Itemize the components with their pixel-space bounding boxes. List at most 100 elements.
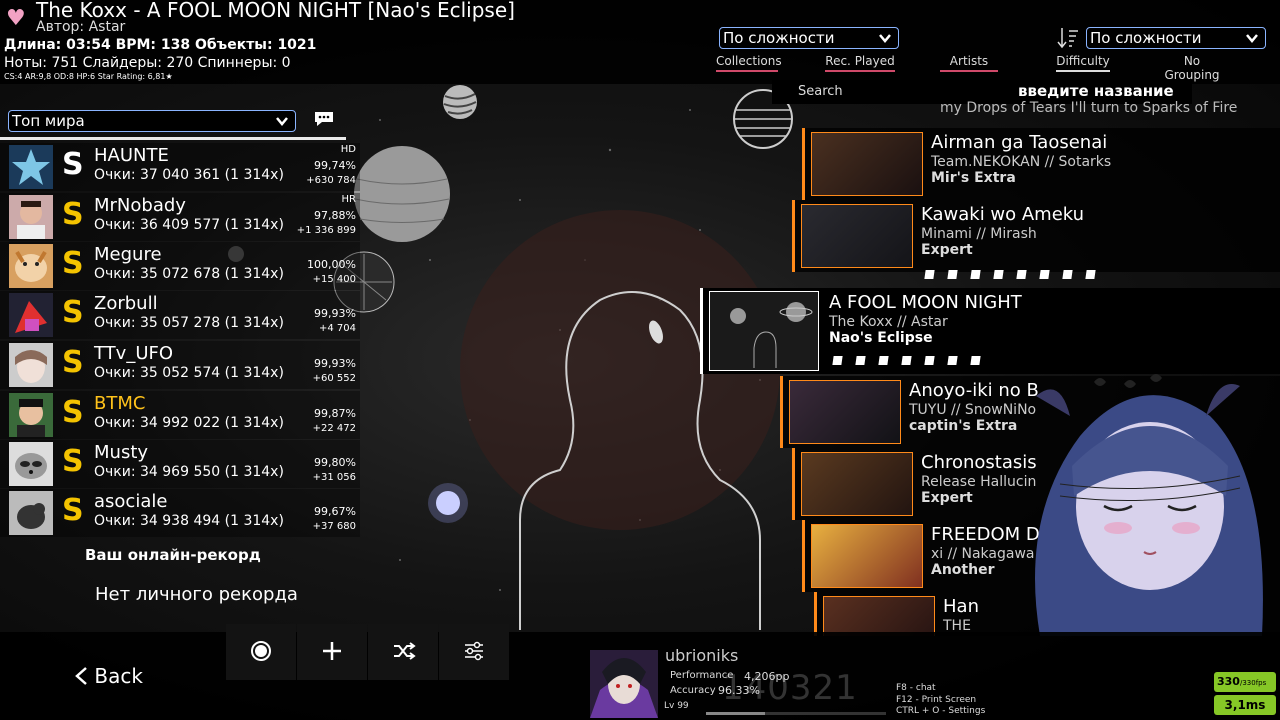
mods-button[interactable] bbox=[297, 624, 367, 680]
song-thumbnail bbox=[789, 380, 901, 444]
player-accuracy: 99,80% bbox=[314, 456, 356, 469]
mode-button[interactable] bbox=[226, 624, 296, 680]
avatar bbox=[9, 145, 53, 189]
fps-counter: 330/330fps bbox=[1214, 672, 1276, 692]
mascot-character-icon bbox=[1035, 374, 1263, 636]
back-button[interactable]: Back bbox=[74, 664, 143, 688]
player-accuracy: 99,87% bbox=[314, 407, 356, 420]
player-accuracy: 99,93% bbox=[314, 357, 356, 370]
user-avatar[interactable] bbox=[590, 650, 658, 718]
performance-value: 4,206pp bbox=[744, 670, 790, 683]
user-level: Lv 99 bbox=[664, 701, 689, 711]
player-name: Megure bbox=[94, 244, 162, 265]
player-name: Musty bbox=[94, 442, 149, 463]
hint-settings: CTRL + O - Settings bbox=[896, 706, 986, 716]
sliders-icon bbox=[465, 641, 483, 661]
avatar bbox=[9, 244, 53, 288]
hint-print-screen: F12 - Print Screen bbox=[896, 695, 977, 705]
chevron-down-icon bbox=[879, 34, 891, 43]
player-pp-diff: +15 400 bbox=[312, 274, 356, 285]
avatar bbox=[9, 343, 53, 387]
song-card-title: Kawaki wo Ameku bbox=[921, 204, 1085, 225]
tab-no-grouping[interactable]: No Grouping bbox=[1156, 54, 1228, 82]
player-mods: HR bbox=[341, 194, 356, 205]
song-select-screen: ♥ The Koxx - A FOOL MOON NIGHT [Nao's Ec… bbox=[0, 0, 1280, 720]
player-score: Очки: 34 938 494 (1 314x) bbox=[94, 513, 284, 529]
plus-icon bbox=[323, 642, 341, 660]
no-personal-record: Нет личного рекорда bbox=[95, 584, 298, 605]
player-mods: HD bbox=[340, 144, 356, 155]
avatar bbox=[9, 195, 53, 239]
tab-recently-played[interactable]: Rec. Played bbox=[825, 54, 895, 72]
level-progress-fill bbox=[706, 712, 766, 715]
leaderboard-row[interactable]: S HAUNTE Очки: 37 040 361 (1 314x) HD 99… bbox=[0, 143, 360, 191]
song-thumbnail bbox=[801, 204, 913, 268]
song-card-title: Airman ga Taosenai bbox=[931, 132, 1108, 153]
player-score: Очки: 35 052 574 (1 314x) bbox=[94, 365, 284, 381]
leaderboard-row[interactable]: S Zorbull Очки: 35 057 278 (1 314x) 99,9… bbox=[0, 291, 360, 339]
leaderboard-row[interactable]: S Musty Очки: 34 969 550 (1 314x) 99,80%… bbox=[0, 440, 360, 488]
group-select-value: По сложности bbox=[1090, 29, 1202, 47]
shuffle-icon bbox=[394, 642, 416, 660]
song-stats-difficulty: CS:4 AR:9,8 OD:8 HP:6 Star Rating: 6,81★ bbox=[4, 72, 173, 81]
group-select[interactable]: По сложности bbox=[1086, 27, 1266, 49]
leaderboard-row[interactable]: S asociale Очки: 34 938 494 (1 314x) 99,… bbox=[0, 489, 360, 537]
chat-bubbles-icon[interactable] bbox=[313, 110, 335, 128]
leaderboard-row[interactable]: S Megure Очки: 35 072 678 (1 314x) 100,0… bbox=[0, 242, 360, 290]
player-name: asociale bbox=[94, 491, 168, 512]
song-thumbnail bbox=[801, 452, 913, 516]
player-name: BTMC bbox=[94, 393, 146, 414]
avatar bbox=[9, 293, 53, 337]
song-thumbnail bbox=[811, 132, 923, 196]
rank-badge: S bbox=[62, 345, 84, 380]
player-score: Очки: 36 409 577 (1 314x) bbox=[94, 217, 284, 233]
player-pp-diff: +37 680 bbox=[312, 521, 356, 532]
leaderboard-scope-select[interactable]: Топ мира bbox=[8, 110, 296, 132]
sort-select[interactable]: По сложности bbox=[719, 27, 899, 49]
song-card-artist: Minami // Mirash bbox=[921, 226, 1037, 242]
difficulty-stars bbox=[924, 264, 1109, 283]
leaderboard-row[interactable]: S TTv_UFO Очки: 35 052 574 (1 314x) 99,9… bbox=[0, 341, 360, 389]
player-accuracy: 100,00% bbox=[307, 258, 356, 271]
sort-select-value: По сложности bbox=[723, 29, 835, 47]
player-pp-diff: +1 336 899 bbox=[296, 225, 356, 236]
leaderboard-row[interactable]: S BTMC Очки: 34 992 022 (1 314x) 99,87% … bbox=[0, 391, 360, 439]
options-button[interactable] bbox=[439, 624, 509, 680]
back-label: Back bbox=[94, 664, 143, 688]
song-stats-objects: Ноты: 751 Слайдеры: 270 Спиннеры: 0 bbox=[4, 55, 291, 71]
player-pp-diff: +630 784 bbox=[306, 175, 356, 186]
leaderboard-divider bbox=[0, 137, 346, 140]
player-score: Очки: 34 992 022 (1 314x) bbox=[94, 415, 284, 431]
online-record-label: Ваш онлайн-рекорд bbox=[85, 546, 261, 564]
song-card[interactable]: Airman ga Taosenai Team.NEKOKAN // Sotar… bbox=[802, 128, 1280, 200]
player-pp-diff: +22 472 bbox=[312, 423, 356, 434]
player-score: Очки: 35 057 278 (1 314x) bbox=[94, 315, 284, 331]
avatar bbox=[9, 393, 53, 437]
leaderboard-row[interactable]: S MrNobady Очки: 36 409 577 (1 314x) HR … bbox=[0, 193, 360, 241]
rank-badge: S bbox=[62, 395, 84, 430]
song-stats-length: Длина: 03:54 BPM: 138 Объекты: 1021 bbox=[4, 37, 317, 53]
avatar bbox=[9, 442, 53, 486]
song-card-artist: The Koxx // Astar bbox=[829, 314, 948, 330]
sort-order-icon[interactable] bbox=[1056, 26, 1080, 50]
song-card-difficulty: Mir's Extra bbox=[931, 170, 1016, 186]
tab-difficulty[interactable]: Difficulty bbox=[1056, 54, 1110, 72]
rank-badge: S bbox=[62, 493, 84, 528]
song-card[interactable]: Kawaki wo Ameku Minami // Mirash Expert bbox=[792, 200, 1280, 279]
song-thumbnail bbox=[709, 291, 819, 371]
leaderboard-scope-value: Топ мира bbox=[12, 112, 85, 130]
song-thumbnail bbox=[811, 524, 923, 588]
favourite-heart-icon[interactable]: ♥ bbox=[6, 8, 28, 30]
player-pp-diff: +60 552 bbox=[312, 373, 356, 384]
player-name: Zorbull bbox=[94, 293, 158, 314]
hint-chat: F8 - chat bbox=[896, 683, 936, 693]
player-pp-diff: +31 056 bbox=[312, 472, 356, 483]
player-name: HAUNTE bbox=[94, 145, 169, 166]
song-card-title: Han bbox=[943, 596, 979, 617]
fps-limit: /330fps bbox=[1239, 679, 1267, 687]
tab-collections[interactable]: Collections bbox=[716, 54, 782, 72]
avatar bbox=[9, 491, 53, 535]
tab-artists[interactable]: Artists bbox=[940, 54, 998, 72]
random-button[interactable] bbox=[368, 624, 438, 680]
accuracy-value: 96.33% bbox=[718, 684, 760, 697]
